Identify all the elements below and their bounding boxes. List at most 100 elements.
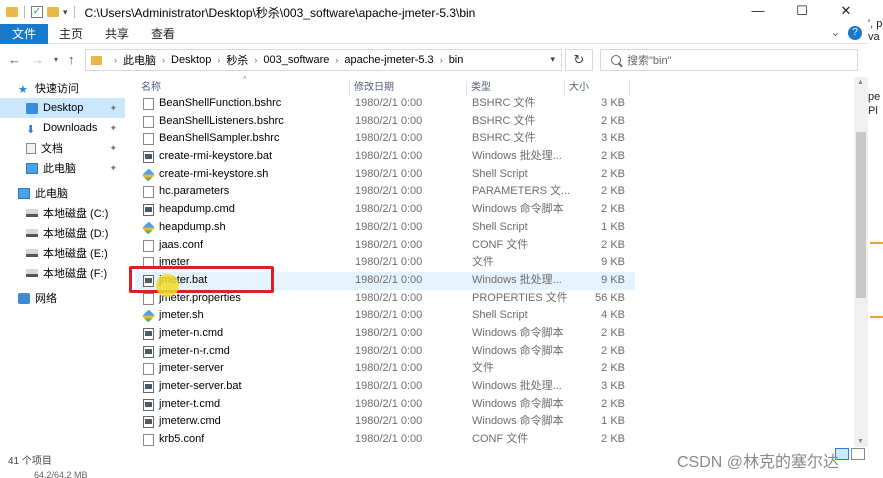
file-icon — [143, 434, 154, 447]
file-row[interactable]: BeanShellFunction.bshrc 1980/2/1 0:00 BSHR… — [135, 95, 635, 113]
sidebar-item[interactable]: 文档 ✦ — [0, 138, 125, 158]
file-row[interactable]: krb5.conf 1980/2/1 0:00 CONF 文件 2 KB — [135, 431, 635, 449]
file-modified-date: 1980/2/1 0:00 — [355, 132, 423, 145]
minimize-button[interactable]: — — [736, 0, 780, 24]
column-divider[interactable] — [466, 80, 467, 96]
file-row[interactable]: jmeter.sh 1980/2/1 0:00 Shell Script 4 KB — [135, 307, 635, 325]
file-row[interactable]: BeanShellListeners.bshrc 1980/2/1 0:00 BSH… — [135, 113, 635, 131]
file-modified-date: 1980/2/1 0:00 — [355, 433, 423, 446]
file-type: BSHRC 文件 — [472, 132, 536, 145]
file-list: 名称 ^ 修改日期 类型 大小 BeanShellFunction.bshrc 1… — [135, 75, 855, 449]
expand-ribbon-icon[interactable]: ⌄ — [831, 26, 840, 40]
forward-button[interactable]: → — [31, 52, 44, 68]
sidebar-item-label: 此电脑 — [43, 163, 76, 175]
close-button[interactable]: ✕ — [824, 0, 868, 24]
file-name: jmeterw.cmd — [159, 415, 221, 428]
file-name: jmeter-n-r.cmd — [159, 344, 230, 357]
up-button[interactable]: ↑ — [68, 52, 75, 68]
pin-icon[interactable]: ✦ — [109, 103, 117, 114]
column-divider[interactable] — [564, 80, 565, 96]
file-row[interactable]: jaas.conf 1980/2/1 0:00 CONF 文件 2 KB — [135, 237, 635, 255]
file-size: 2 KB — [601, 397, 625, 410]
file-row[interactable]: jmeter-server.bat 1980/2/1 0:00 Windows 批处… — [135, 378, 635, 396]
file-row[interactable]: jmeter-t.cmd 1980/2/1 0:00 Windows 命令脚本 2 K… — [135, 396, 635, 414]
search-box[interactable]: 搜索"bin" — [600, 49, 858, 71]
file-row[interactable]: jmeter-server 1980/2/1 0:00 文件 2 KB — [135, 360, 635, 378]
scroll-down-icon[interactable]: ▼ — [857, 438, 864, 445]
file-row[interactable]: jmeter-n-r.cmd 1980/2/1 0:00 Windows 命令脚本 2… — [135, 343, 635, 361]
file-name: BeanShellListeners.bshrc — [159, 114, 284, 127]
chevron-right-icon[interactable]: › — [440, 55, 443, 65]
column-divider[interactable] — [349, 80, 350, 96]
pin-icon[interactable]: ✦ — [109, 163, 117, 174]
scroll-up-icon[interactable]: ▲ — [857, 79, 864, 86]
file-modified-date: 1980/2/1 0:00 — [355, 273, 423, 286]
sidebar-item[interactable]: 此电脑 — [0, 183, 125, 203]
file-row[interactable]: create-rmi-keystore.sh 1980/2/1 0:00 Shell… — [135, 166, 635, 184]
properties-icon[interactable]: ✓ — [31, 6, 43, 18]
sidebar-item[interactable]: 本地磁盘 (C:) — [0, 203, 125, 223]
chevron-right-icon[interactable]: › — [254, 55, 257, 65]
chevron-right-icon[interactable]: › — [162, 55, 165, 65]
tab-home[interactable]: 主页 — [48, 24, 94, 44]
vertical-scrollbar[interactable]: ▲ ▼ — [854, 77, 868, 447]
recent-locations-icon[interactable]: ▾ — [54, 52, 58, 68]
file-name: heapdump.sh — [159, 220, 226, 233]
sidebar-item[interactable]: ★ 快速访问 — [0, 78, 125, 98]
window-title: C:\Users\Administrator\Desktop\秒杀\003_so… — [84, 5, 476, 20]
chevron-down-icon[interactable]: ▾ — [550, 54, 555, 65]
sidebar-item[interactable]: 本地磁盘 (E:) — [0, 243, 125, 263]
file-row[interactable]: heapdump.cmd 1980/2/1 0:00 Windows 命令脚本 2 K… — [135, 201, 635, 219]
file-row[interactable]: jmeterw.cmd 1980/2/1 0:00 Windows 命令脚本 1 KB — [135, 413, 635, 431]
maximize-button[interactable]: ☐ — [780, 0, 824, 24]
file-size: 2 KB — [601, 114, 625, 127]
tab-file[interactable]: 文件 — [0, 23, 49, 44]
file-row[interactable]: hc.parameters 1980/2/1 0:00 PARAMETERS 文..… — [135, 183, 635, 201]
help-icon[interactable]: ? — [848, 26, 862, 40]
sidebar-item[interactable]: Desktop ✦ — [0, 98, 125, 118]
sidebar-item[interactable]: 本地磁盘 (F:) — [0, 263, 125, 283]
refresh-button[interactable]: ↻ — [565, 49, 593, 71]
chevron-right-icon[interactable]: › — [335, 55, 338, 65]
scrollbar-thumb[interactable] — [856, 132, 866, 298]
breadcrumb-jmeter[interactable]: apache-jmeter-5.3 — [344, 54, 433, 66]
sidebar-item-label: Downloads — [43, 122, 98, 134]
file-row[interactable]: BeanShellSampler.bshrc 1980/2/1 0:00 BSHRC… — [135, 130, 635, 148]
customize-toolbar-icon[interactable]: ▾ — [63, 7, 68, 18]
file-type: Windows 批处理... — [472, 273, 562, 286]
chevron-right-icon[interactable]: › — [114, 55, 117, 65]
breadcrumb-this-pc[interactable]: 此电脑 — [123, 52, 156, 68]
file-icon — [143, 133, 154, 146]
new-folder-icon[interactable] — [47, 7, 59, 17]
breadcrumb-miaosha[interactable]: 秒杀 — [226, 52, 248, 68]
large-icons-view-icon[interactable] — [851, 448, 865, 460]
file-modified-date: 1980/2/1 0:00 — [355, 291, 423, 304]
file-modified-date: 1980/2/1 0:00 — [355, 203, 423, 216]
column-divider[interactable] — [629, 80, 630, 96]
breadcrumb-bin[interactable]: bin — [449, 54, 464, 66]
sidebar-item[interactable]: ⬇ Downloads ✦ — [0, 118, 125, 138]
breadcrumb-software[interactable]: 003_software — [263, 54, 329, 66]
file-type: Windows 批处理... — [472, 150, 562, 163]
file-row[interactable]: jmeter-n.cmd 1980/2/1 0:00 Windows 命令脚本 2 K… — [135, 325, 635, 343]
file-name: krb5.conf — [159, 433, 205, 446]
file-row[interactable]: create-rmi-keystore.bat 1980/2/1 0:00 Wind… — [135, 148, 635, 166]
pin-icon[interactable]: ✦ — [109, 123, 117, 134]
file-row[interactable]: heapdump.sh 1980/2/1 0:00 Shell Script 1 KB — [135, 219, 635, 237]
tab-view[interactable]: 查看 — [140, 24, 186, 44]
address-bar[interactable]: › 此电脑 › Desktop › 秒杀 › 003_software › ap… — [85, 49, 562, 71]
pin-icon[interactable]: ✦ — [109, 143, 117, 154]
sidebar-item[interactable]: 此电脑 ✦ — [0, 158, 125, 178]
shell-script-icon — [141, 309, 156, 323]
file-size: 3 KB — [601, 97, 625, 109]
file-modified-date: 1980/2/1 0:00 — [355, 397, 423, 410]
breadcrumb-desktop[interactable]: Desktop — [171, 54, 211, 66]
file-name: create-rmi-keystore.sh — [159, 167, 269, 180]
back-button[interactable]: ← — [8, 52, 21, 68]
file-type: Windows 命令脚本 — [472, 326, 564, 339]
sidebar-item[interactable]: 本地磁盘 (D:) — [0, 223, 125, 243]
file-name: hc.parameters — [159, 185, 230, 198]
chevron-right-icon[interactable]: › — [217, 55, 220, 65]
sidebar-item[interactable]: 网络 — [0, 288, 125, 308]
tab-share[interactable]: 共享 — [94, 24, 140, 44]
